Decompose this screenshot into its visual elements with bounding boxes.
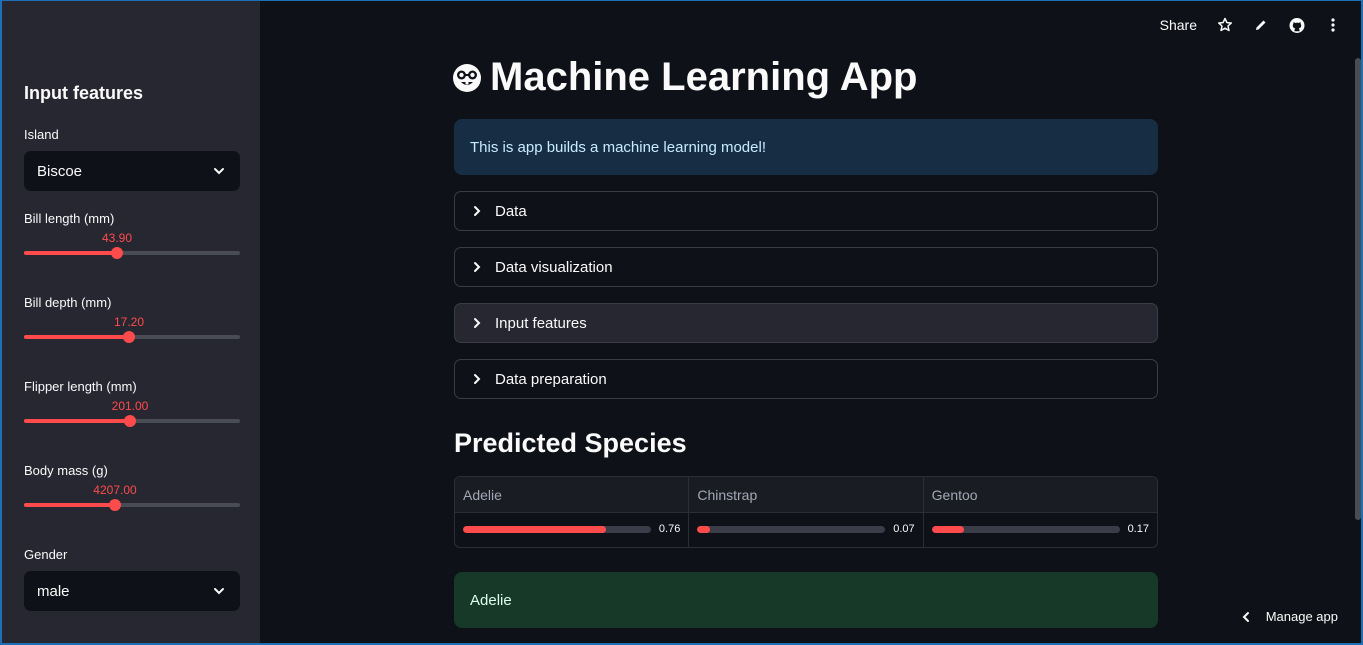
expander-data[interactable]: Data xyxy=(454,191,1158,231)
manage-app-label: Manage app xyxy=(1265,609,1338,624)
island-select-value: Biscoe xyxy=(37,162,83,180)
slider-fill xyxy=(24,503,115,507)
page-title-text: Machine Learning App xyxy=(490,55,918,99)
probability-bar xyxy=(697,526,886,533)
expander-label: Input features xyxy=(495,314,587,332)
expander-label: Data preparation xyxy=(495,370,607,388)
probability-fill xyxy=(697,526,711,533)
probability-value: 0.17 xyxy=(1127,523,1149,535)
chevron-right-icon xyxy=(474,318,481,328)
slider-thumb[interactable] xyxy=(124,415,136,427)
manage-app-button[interactable]: Manage app xyxy=(1240,609,1338,624)
chevron-right-icon xyxy=(474,206,481,216)
star-icon[interactable] xyxy=(1217,17,1233,33)
expander-data-visualization[interactable]: Data visualization xyxy=(454,247,1158,287)
bill-depth-slider[interactable]: 17.20 xyxy=(24,315,240,351)
github-icon[interactable] xyxy=(1289,17,1305,33)
slider-value: 43.90 xyxy=(101,231,133,245)
gender-select-value: male xyxy=(37,582,70,600)
scrollbar[interactable] xyxy=(1355,58,1361,520)
probability-value: 0.76 xyxy=(658,523,681,535)
island-label: Island xyxy=(24,127,59,142)
pencil-icon[interactable] xyxy=(1253,17,1269,33)
table-cell: 0.76 xyxy=(455,513,688,547)
column-header[interactable]: Adelie xyxy=(455,477,689,513)
body-mass-label: Body mass (g) xyxy=(24,463,108,478)
gender-label: Gender xyxy=(24,547,68,562)
info-alert: This is app builds a machine learning mo… xyxy=(454,119,1158,175)
slider-fill xyxy=(24,335,129,339)
nerd-face-emoji-icon xyxy=(453,63,481,92)
predicted-species-heading: Predicted Species xyxy=(454,428,687,458)
table-column: Adelie 0.76 xyxy=(455,477,690,547)
chevron-left-icon xyxy=(1242,611,1249,622)
chevron-down-icon xyxy=(214,168,224,175)
table-column: Gentoo 0.17 xyxy=(923,477,1157,547)
chevron-right-icon xyxy=(474,262,481,272)
success-alert: Adelie xyxy=(454,572,1158,628)
slider-thumb[interactable] xyxy=(109,499,121,511)
probability-bar xyxy=(931,526,1120,533)
body-mass-slider[interactable]: 4207.00 xyxy=(24,483,240,519)
table-column: Chinstrap 0.07 xyxy=(689,477,924,547)
column-header[interactable]: Gentoo xyxy=(923,477,1157,513)
slider-fill xyxy=(24,419,130,423)
slider-value: 201.00 xyxy=(111,399,149,413)
probability-fill xyxy=(463,526,606,533)
slider-value: 17.20 xyxy=(113,315,145,329)
sidebar-title: Input features xyxy=(24,83,144,103)
page-title: Machine Learning App xyxy=(452,55,917,100)
table-cell: 0.07 xyxy=(689,513,922,547)
expander-data-preparation[interactable]: Data preparation xyxy=(454,359,1158,399)
slider-thumb[interactable] xyxy=(111,247,123,259)
probability-value: 0.07 xyxy=(893,523,915,535)
sidebar: Input features Island Biscoe Bill length… xyxy=(0,0,260,645)
probability-fill xyxy=(931,526,964,533)
chevron-down-icon xyxy=(214,588,224,595)
chevron-right-icon xyxy=(474,374,481,384)
kebab-menu-icon[interactable] xyxy=(1325,17,1341,33)
expander-label: Data xyxy=(495,202,527,220)
slider-thumb[interactable] xyxy=(123,331,135,343)
gender-select[interactable]: male xyxy=(24,571,240,611)
bill-length-label: Bill length (mm) xyxy=(24,211,115,226)
flipper-length-label: Flipper length (mm) xyxy=(24,379,137,394)
share-button[interactable]: Share xyxy=(1160,17,1197,33)
slider-value: 4207.00 xyxy=(93,483,137,497)
flipper-length-slider[interactable]: 201.00 xyxy=(24,399,240,435)
table-cell: 0.17 xyxy=(924,513,1157,547)
island-select[interactable]: Biscoe xyxy=(24,151,240,191)
prediction-table[interactable]: Adelie 0.76 Chinstrap 0.07 Gentoo 0.17 xyxy=(454,476,1158,548)
bill-depth-label: Bill depth (mm) xyxy=(24,295,112,310)
bill-length-slider[interactable]: 43.90 xyxy=(24,231,240,267)
expander-label: Data visualization xyxy=(495,258,613,276)
probability-bar xyxy=(463,526,651,533)
expander-input-features[interactable]: Input features xyxy=(454,303,1158,343)
slider-fill xyxy=(24,251,117,255)
toolbar: Share xyxy=(1160,17,1341,33)
column-header[interactable]: Chinstrap xyxy=(689,477,923,513)
